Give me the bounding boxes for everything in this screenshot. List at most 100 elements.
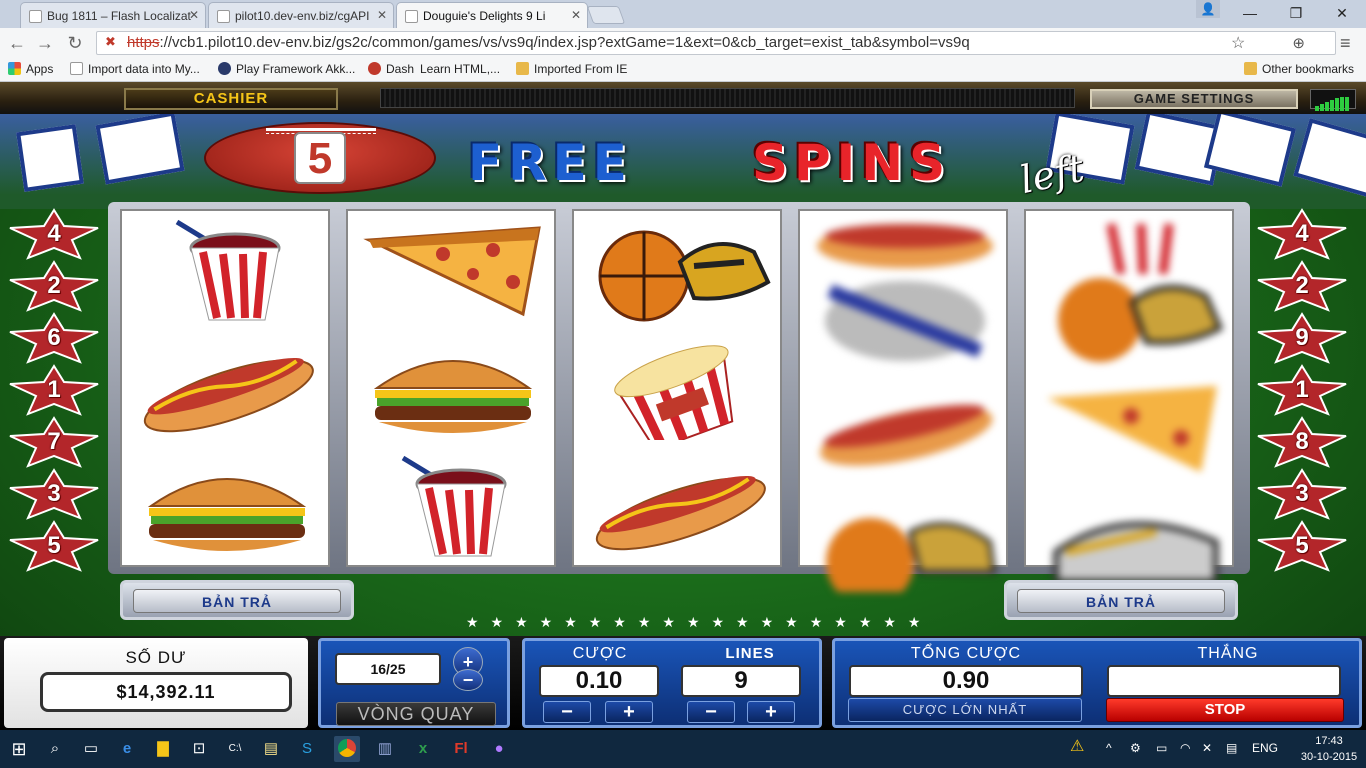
bet-lines-panel: CƯỢC LINES 0.10 9 − + − +	[522, 638, 822, 728]
tab-bug-1811[interactable]: Bug 1811 – Flash Localizat ✕	[20, 2, 206, 28]
payline-star-left[interactable]: 2	[6, 260, 102, 312]
close-icon[interactable]: ✕	[571, 8, 581, 22]
slot-game: CASHIER GAME SETTINGS 5 FREE SPINS left …	[0, 82, 1366, 730]
chevron-up-icon[interactable]: ^	[1106, 741, 1112, 755]
app-icon[interactable]: ●	[486, 736, 512, 762]
game-settings-button[interactable]: GAME SETTINGS	[1090, 89, 1298, 109]
stop-button[interactable]: STOP	[1106, 698, 1344, 722]
decorative-stars: ★★★★★★★★★★★★★★★★★★★	[466, 614, 933, 630]
paytable-button-left[interactable]: BẢN TRẢ	[120, 580, 354, 620]
tab-title: Bug 1811 – Flash Localizat	[47, 9, 191, 23]
address-bar[interactable]: ✖ https://vcb1.pilot10.dev-env.biz/gs2c/…	[96, 31, 1336, 55]
bookmark-dash[interactable]: Dash	[368, 62, 414, 76]
reel-5	[1024, 209, 1234, 585]
edge-icon[interactable]: e	[114, 736, 140, 762]
volume-muted-icon[interactable]: ✕	[1202, 741, 1212, 755]
skype-icon[interactable]: S	[294, 736, 320, 762]
notepad-icon[interactable]: ▤	[258, 736, 284, 762]
auto-spin-button[interactable]: VÒNG QUAY	[336, 702, 496, 726]
reel-frame	[108, 202, 1250, 592]
bookmark-other[interactable]: Other bookmarks	[1244, 62, 1354, 76]
task-view-icon[interactable]: ▭	[78, 736, 104, 762]
menu-icon[interactable]: ≡	[1340, 33, 1351, 54]
close-icon[interactable]: ✕	[189, 8, 199, 22]
battery-icon[interactable]: ▭	[1156, 741, 1167, 755]
network-share-icon[interactable]: ⚙	[1130, 741, 1141, 755]
reel-2	[346, 209, 556, 567]
pizza-icon	[1036, 375, 1226, 485]
tab-title: pilot10.dev-env.biz/cgAPI	[235, 9, 370, 23]
warning-icon[interactable]: ⚠	[1070, 736, 1084, 756]
max-bet-button[interactable]: CƯỢC LỚN NHẤT	[848, 698, 1082, 722]
payline-star-right[interactable]: 8	[1254, 416, 1350, 468]
wifi-icon[interactable]: ◠	[1180, 741, 1190, 755]
back-icon[interactable]: ←	[6, 33, 28, 53]
folder-icon	[516, 62, 529, 75]
lines-increase-button[interactable]: +	[747, 701, 795, 723]
payline-star-right[interactable]: 9	[1254, 312, 1350, 364]
chrome-icon[interactable]	[334, 736, 360, 762]
bookmark-learn-html[interactable]: Learn HTML,...	[420, 62, 500, 76]
reload-icon[interactable]: ↻	[64, 33, 86, 53]
paytable-button-right[interactable]: BẢN TRẢ	[1004, 580, 1238, 620]
forward-icon[interactable]: →	[34, 33, 56, 53]
shoe-icon	[810, 261, 1000, 371]
store-icon[interactable]: ⊡	[186, 736, 212, 762]
windows-start-icon[interactable]: ⊞	[6, 736, 32, 762]
reel-4	[798, 209, 1008, 592]
user-profile-icon[interactable]: 👤	[1196, 0, 1220, 18]
new-tab-button[interactable]	[586, 6, 626, 24]
notification-icon[interactable]: ▤	[1226, 741, 1237, 755]
bet-increase-button[interactable]: +	[605, 701, 653, 723]
tab-pilot10[interactable]: pilot10.dev-env.biz/cgAPI ✕	[208, 2, 394, 28]
cmd-icon[interactable]: C:\	[222, 736, 248, 762]
cashier-button[interactable]: CASHIER	[124, 88, 338, 110]
payline-star-right[interactable]: 5	[1254, 520, 1350, 572]
total-bet-label: TỔNG CƯỢC	[910, 645, 1022, 662]
search-icon[interactable]: ⌕	[42, 736, 68, 762]
reel-3	[572, 209, 782, 567]
page-icon	[70, 62, 83, 75]
bet-decrease-button[interactable]: −	[543, 701, 591, 723]
spin-decrease-button[interactable]: −	[453, 669, 483, 691]
clock[interactable]: 17:43 30-10-2015	[1296, 733, 1362, 765]
close-icon[interactable]: ✕	[377, 8, 387, 22]
basketball-icon	[810, 487, 1000, 597]
win-value	[1107, 665, 1341, 697]
language-indicator[interactable]: ENG	[1252, 741, 1278, 755]
screen: Bug 1811 – Flash Localizat ✕ pilot10.dev…	[0, 0, 1366, 768]
lines-decrease-button[interactable]: −	[687, 701, 735, 723]
hotdog-icon	[132, 335, 322, 445]
bet-label: CƯỢC	[572, 645, 628, 662]
payline-star-left[interactable]: 6	[6, 312, 102, 364]
payline-star-left[interactable]: 1	[6, 364, 102, 416]
payline-star-right[interactable]: 4	[1254, 208, 1350, 260]
game-top-bar: CASHIER GAME SETTINGS	[0, 82, 1366, 114]
minimize-button[interactable]: —	[1228, 0, 1272, 26]
excel-icon[interactable]: x	[410, 736, 436, 762]
play-framework-icon	[218, 62, 231, 75]
close-window-button[interactable]: ✕	[1320, 0, 1364, 26]
payline-star-left[interactable]: 5	[6, 520, 102, 572]
apps-grid-icon	[8, 62, 21, 75]
payline-star-right[interactable]: 2	[1254, 260, 1350, 312]
bookmark-play-framework[interactable]: Play Framework Akk...	[218, 62, 355, 76]
stadium-banner	[16, 124, 84, 192]
payline-star-left[interactable]: 4	[6, 208, 102, 260]
payline-star-left[interactable]: 7	[6, 416, 102, 468]
file-explorer-icon[interactable]: ▇	[150, 736, 176, 762]
restore-button[interactable]: ❐	[1274, 0, 1318, 26]
page-icon	[217, 10, 230, 23]
tab-douguies-delights[interactable]: Douguie's Delights 9 Li ✕	[396, 2, 588, 28]
bookmark-apps[interactable]: Apps	[8, 62, 53, 76]
document-icon[interactable]: ▥	[372, 736, 398, 762]
welcome-marquee	[380, 88, 1075, 108]
payline-star-left[interactable]: 3	[6, 468, 102, 520]
payline-star-right[interactable]: 3	[1254, 468, 1350, 520]
payline-star-right[interactable]: 1	[1254, 364, 1350, 416]
bookmark-imported-ie[interactable]: Imported From IE	[516, 62, 627, 76]
bookmark-import-data[interactable]: Import data into My...	[70, 62, 200, 76]
flash-icon[interactable]: Fl	[448, 736, 474, 762]
browser-tab-bar: Bug 1811 – Flash Localizat ✕ pilot10.dev…	[0, 0, 1366, 28]
browser-toolbar: ← → ↻ ✖ https://vcb1.pilot10.dev-env.biz…	[0, 28, 1366, 58]
